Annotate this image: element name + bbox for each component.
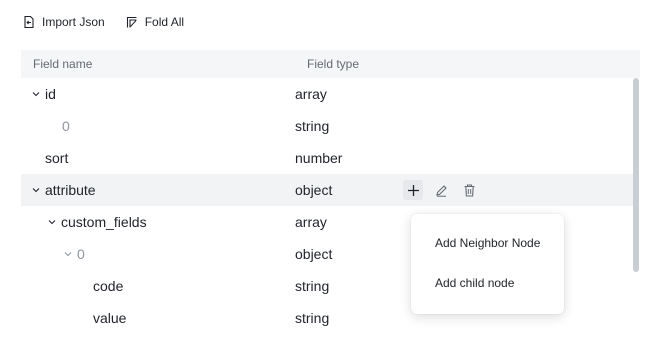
- field-name: code: [93, 278, 124, 294]
- table-header: Field name Field type: [21, 50, 640, 78]
- row-actions: [403, 180, 479, 200]
- fold-all-label: Fold All: [144, 15, 185, 29]
- field-name: 0: [62, 118, 70, 134]
- import-file-icon: [24, 15, 34, 29]
- table-row[interactable]: id array: [21, 78, 633, 110]
- plus-icon: [407, 184, 419, 196]
- field-name-cell: sort: [45, 150, 68, 166]
- field-name: sort: [45, 150, 69, 166]
- add-node-menu: Add Neighbor Node Add child node: [411, 214, 564, 314]
- chevron-down-icon[interactable]: [47, 217, 57, 227]
- vertical-scrollbar[interactable]: [633, 78, 639, 272]
- field-name-cell: attribute: [31, 182, 96, 198]
- field-type: array: [295, 86, 327, 102]
- delete-node-button[interactable]: [459, 180, 479, 200]
- toolbar: Import Json Fold All: [22, 12, 184, 32]
- field-name-cell: 0: [62, 118, 70, 134]
- column-header-field-name: Field name: [33, 57, 93, 71]
- field-name-cell: id: [31, 86, 56, 102]
- field-type: string: [295, 310, 330, 326]
- field-name-cell: 0: [63, 246, 85, 262]
- field-name: value: [93, 310, 127, 326]
- field-name: 0: [77, 246, 85, 262]
- chevron-down-icon[interactable]: [31, 89, 41, 99]
- fold-all-button[interactable]: Fold All: [125, 15, 184, 29]
- chevron-down-icon[interactable]: [63, 249, 73, 259]
- fold-icon: [126, 16, 137, 28]
- table-row[interactable]: attribute object: [21, 174, 633, 206]
- column-header-field-type: Field type: [307, 57, 360, 71]
- field-type: number: [295, 150, 343, 166]
- field-type: string: [295, 118, 330, 134]
- field-name: id: [45, 86, 56, 102]
- pencil-icon: [435, 184, 447, 197]
- import-json-button[interactable]: Import Json: [22, 15, 105, 29]
- field-type: object: [295, 246, 333, 262]
- field-name-cell: value: [93, 310, 126, 326]
- chevron-down-icon[interactable]: [31, 185, 41, 195]
- field-name-cell: code: [93, 278, 123, 294]
- table-row[interactable]: 0 string: [21, 110, 633, 142]
- menu-item-add-child-node[interactable]: Add child node: [435, 276, 514, 290]
- field-name-cell: custom_fields: [47, 214, 147, 230]
- edit-node-button[interactable]: [431, 180, 451, 200]
- field-type: string: [295, 278, 330, 294]
- table-row[interactable]: sort number: [21, 142, 633, 174]
- menu-item-add-neighbor-node[interactable]: Add Neighbor Node: [435, 236, 540, 250]
- trash-icon: [464, 183, 474, 197]
- field-type: array: [295, 214, 327, 230]
- add-node-button[interactable]: [403, 180, 423, 200]
- import-json-label: Import Json: [42, 15, 105, 29]
- field-name: attribute: [45, 182, 96, 198]
- field-type: object: [295, 182, 333, 198]
- field-name: custom_fields: [61, 214, 147, 230]
